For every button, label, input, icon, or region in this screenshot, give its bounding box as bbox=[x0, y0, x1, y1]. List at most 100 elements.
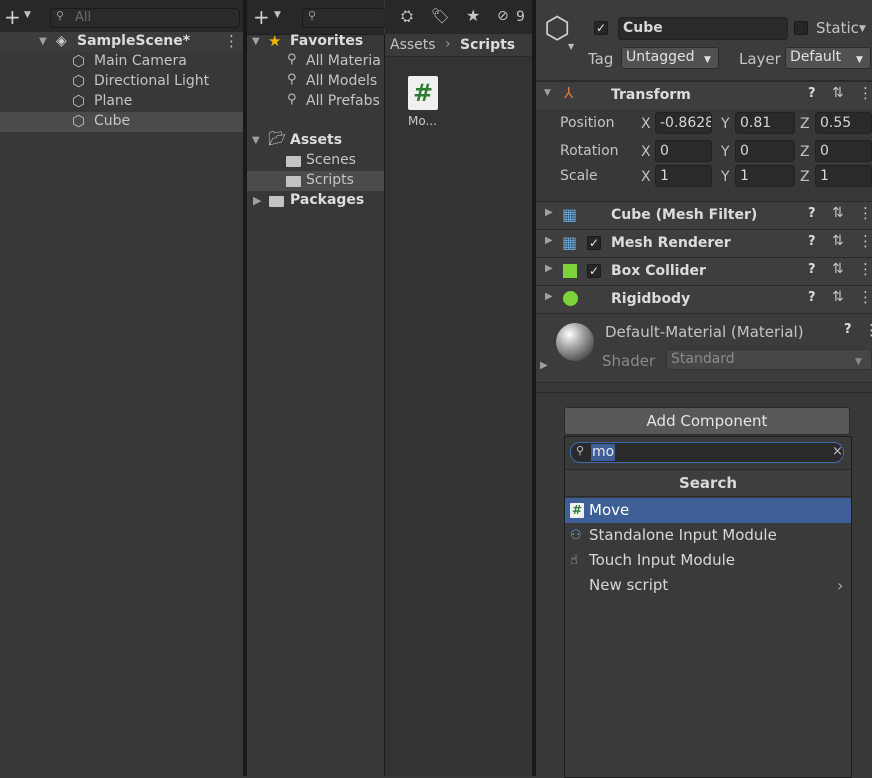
kebab-menu-icon[interactable]: ⋮ bbox=[858, 84, 872, 102]
hidden-eye-icon[interactable]: ⊘ bbox=[497, 8, 509, 24]
position-y-field[interactable]: 0.81 bbox=[735, 112, 795, 134]
rigidbody-header[interactable]: ▶ Rigidbody ? ⇅ ⋮ bbox=[536, 285, 872, 313]
packages-row[interactable]: ▶ Packages bbox=[247, 191, 384, 211]
collapse-arrow-icon[interactable]: ▶ bbox=[545, 291, 553, 302]
project-search-input[interactable]: ⚲ bbox=[302, 8, 386, 28]
filter-by-type-icon[interactable]: ⛭ bbox=[401, 7, 413, 25]
rotation-x-field[interactable]: 0 bbox=[655, 140, 712, 162]
hierarchy-item-selected[interactable]: ⬡ Cube bbox=[0, 112, 243, 132]
mesh-filter-header[interactable]: ▶ ▦ Cube (Mesh Filter) ? ⇅ ⋮ bbox=[536, 201, 872, 229]
help-icon[interactable]: ? bbox=[808, 234, 816, 249]
kebab-menu-icon[interactable]: ⋮ bbox=[864, 321, 872, 339]
hierarchy-search-input[interactable]: ⚲ All bbox=[50, 8, 240, 28]
favorite-star-icon[interactable]: ★ bbox=[466, 6, 480, 25]
kebab-menu-icon[interactable]: ⋮ bbox=[858, 232, 872, 250]
expand-arrow-icon[interactable]: ▼ bbox=[252, 36, 260, 47]
collapse-arrow-icon[interactable]: ▶ bbox=[545, 235, 553, 246]
favorite-item[interactable]: ⚲ All Materia bbox=[247, 52, 384, 72]
axis-y-label: Y bbox=[721, 169, 730, 185]
breadcrumb-assets[interactable]: Assets bbox=[390, 37, 436, 53]
hierarchy-item[interactable]: ⬡ Main Camera bbox=[0, 52, 243, 72]
folder-item-selected[interactable]: Scripts bbox=[247, 171, 384, 191]
expand-arrow-icon[interactable]: ▼ bbox=[252, 135, 260, 146]
tag-dropdown[interactable]: Untagged ▼ bbox=[621, 47, 719, 69]
static-checkbox[interactable] bbox=[794, 21, 808, 35]
dropdown-arrow-icon[interactable]: ▼ bbox=[568, 42, 574, 51]
scale-y-field[interactable]: 1 bbox=[735, 165, 795, 187]
box-collider-icon bbox=[563, 264, 577, 278]
presets-sliders-icon[interactable]: ⇅ bbox=[832, 289, 844, 305]
favorites-row[interactable]: ▼ ★ Favorites bbox=[247, 32, 384, 52]
expand-arrow-icon[interactable]: ▼ bbox=[39, 36, 47, 47]
favorite-item-label: All Prefabs bbox=[306, 93, 380, 109]
presets-sliders-icon[interactable]: ⇅ bbox=[832, 233, 844, 249]
collapse-arrow-icon[interactable]: ▶ bbox=[545, 207, 553, 218]
expand-arrow-icon[interactable]: ▼ bbox=[544, 88, 551, 98]
script-file-item[interactable]: # Mo... bbox=[403, 74, 443, 134]
favorite-item[interactable]: ⚲ All Prefabs bbox=[247, 92, 384, 112]
add-component-button[interactable]: Add Component bbox=[564, 407, 850, 435]
component-title: Mesh Renderer bbox=[611, 235, 731, 251]
dropdown-arrow-icon[interactable]: ▼ bbox=[859, 24, 866, 34]
clear-search-icon[interactable]: × bbox=[832, 444, 843, 459]
add-icon[interactable]: + bbox=[253, 5, 270, 29]
position-z-field[interactable]: 0.55 bbox=[815, 112, 872, 134]
collapse-arrow-icon[interactable]: ▶ bbox=[545, 263, 553, 274]
hierarchy-item[interactable]: ⬡ Directional Light bbox=[0, 72, 243, 92]
layer-dropdown[interactable]: Default ▼ bbox=[785, 47, 871, 69]
help-icon[interactable]: ? bbox=[844, 322, 852, 337]
help-icon[interactable]: ? bbox=[808, 262, 816, 277]
kebab-menu-icon[interactable]: ⋮ bbox=[858, 288, 872, 306]
presets-sliders-icon[interactable]: ⇅ bbox=[832, 261, 844, 277]
rotation-y-field[interactable]: 0 bbox=[735, 140, 795, 162]
csharp-script-icon: # bbox=[408, 76, 438, 110]
unity-scene-icon: ◈ bbox=[56, 33, 67, 49]
favorite-item[interactable]: ⚲ All Models bbox=[247, 72, 384, 92]
assets-row[interactable]: ▼ 📂︎ Assets bbox=[247, 131, 384, 151]
scene-row[interactable]: ▼ ◈ SampleScene* ⋮ bbox=[0, 32, 243, 52]
rotation-z-field[interactable]: 0 bbox=[815, 140, 872, 162]
hierarchy-item[interactable]: ⬡ Plane bbox=[0, 92, 243, 112]
result-label: Touch Input Module bbox=[589, 551, 735, 569]
kebab-menu-icon[interactable]: ⋮ bbox=[858, 260, 872, 278]
object-name-field[interactable]: Cube bbox=[618, 17, 788, 40]
active-checkbox[interactable]: ✓ bbox=[594, 21, 608, 35]
folder-icon bbox=[269, 196, 284, 207]
component-result-item[interactable]: # Move bbox=[565, 498, 851, 523]
transform-gizmo-icon: ⅄ bbox=[564, 84, 574, 102]
position-x-field[interactable]: -0.8628 bbox=[655, 112, 712, 134]
dropdown-arrow-icon[interactable]: ▼ bbox=[24, 10, 31, 20]
folder-icon bbox=[286, 156, 301, 167]
folder-item[interactable]: Scenes bbox=[247, 151, 384, 171]
help-icon[interactable]: ? bbox=[808, 290, 816, 305]
packages-label: Packages bbox=[290, 192, 365, 208]
help-icon[interactable]: ? bbox=[808, 206, 816, 221]
collapse-arrow-icon[interactable]: ▶ bbox=[253, 194, 261, 207]
presets-sliders-icon[interactable]: ⇅ bbox=[832, 85, 844, 101]
scale-z-field[interactable]: 1 bbox=[815, 165, 872, 187]
enabled-checkbox[interactable]: ✓ bbox=[587, 264, 601, 278]
transform-header[interactable]: ▼ ⅄ Transform ? ⇅ ⋮ bbox=[536, 81, 872, 109]
shader-dropdown[interactable]: Standard ▼ bbox=[666, 349, 872, 370]
breadcrumb-scripts[interactable]: Scripts bbox=[460, 37, 515, 53]
presets-sliders-icon[interactable]: ⇅ bbox=[832, 205, 844, 221]
component-result-item[interactable]: ⚇ Standalone Input Module bbox=[565, 523, 851, 548]
box-collider-header[interactable]: ▶ ✓ Box Collider ? ⇅ ⋮ bbox=[536, 257, 872, 285]
material-sphere-preview[interactable] bbox=[556, 323, 594, 361]
scale-x-field[interactable]: 1 bbox=[655, 165, 712, 187]
help-icon[interactable]: ? bbox=[808, 86, 816, 101]
scene-name: SampleScene* bbox=[77, 33, 191, 49]
kebab-menu-icon[interactable]: ⋮ bbox=[858, 204, 872, 222]
mesh-renderer-header[interactable]: ▶ ▦ ✓ Mesh Renderer ? ⇅ ⋮ bbox=[536, 229, 872, 257]
dropdown-arrow-icon[interactable]: ▼ bbox=[274, 10, 281, 20]
component-result-item[interactable]: New script › bbox=[565, 573, 851, 598]
collapse-arrow-icon[interactable]: ▶ bbox=[540, 360, 548, 371]
enabled-checkbox[interactable]: ✓ bbox=[587, 236, 601, 250]
axis-z-label: Z bbox=[800, 169, 810, 185]
component-search-input[interactable]: ⚲ mo × bbox=[570, 442, 844, 463]
component-result-item[interactable]: ☝ Touch Input Module bbox=[565, 548, 851, 573]
gameobject-cube-icon[interactable]: ⬡ bbox=[544, 14, 570, 44]
label-tag-icon[interactable]: 🏷︎ bbox=[431, 7, 450, 25]
kebab-menu-icon[interactable]: ⋮ bbox=[224, 32, 239, 50]
add-icon[interactable]: + bbox=[4, 5, 21, 29]
